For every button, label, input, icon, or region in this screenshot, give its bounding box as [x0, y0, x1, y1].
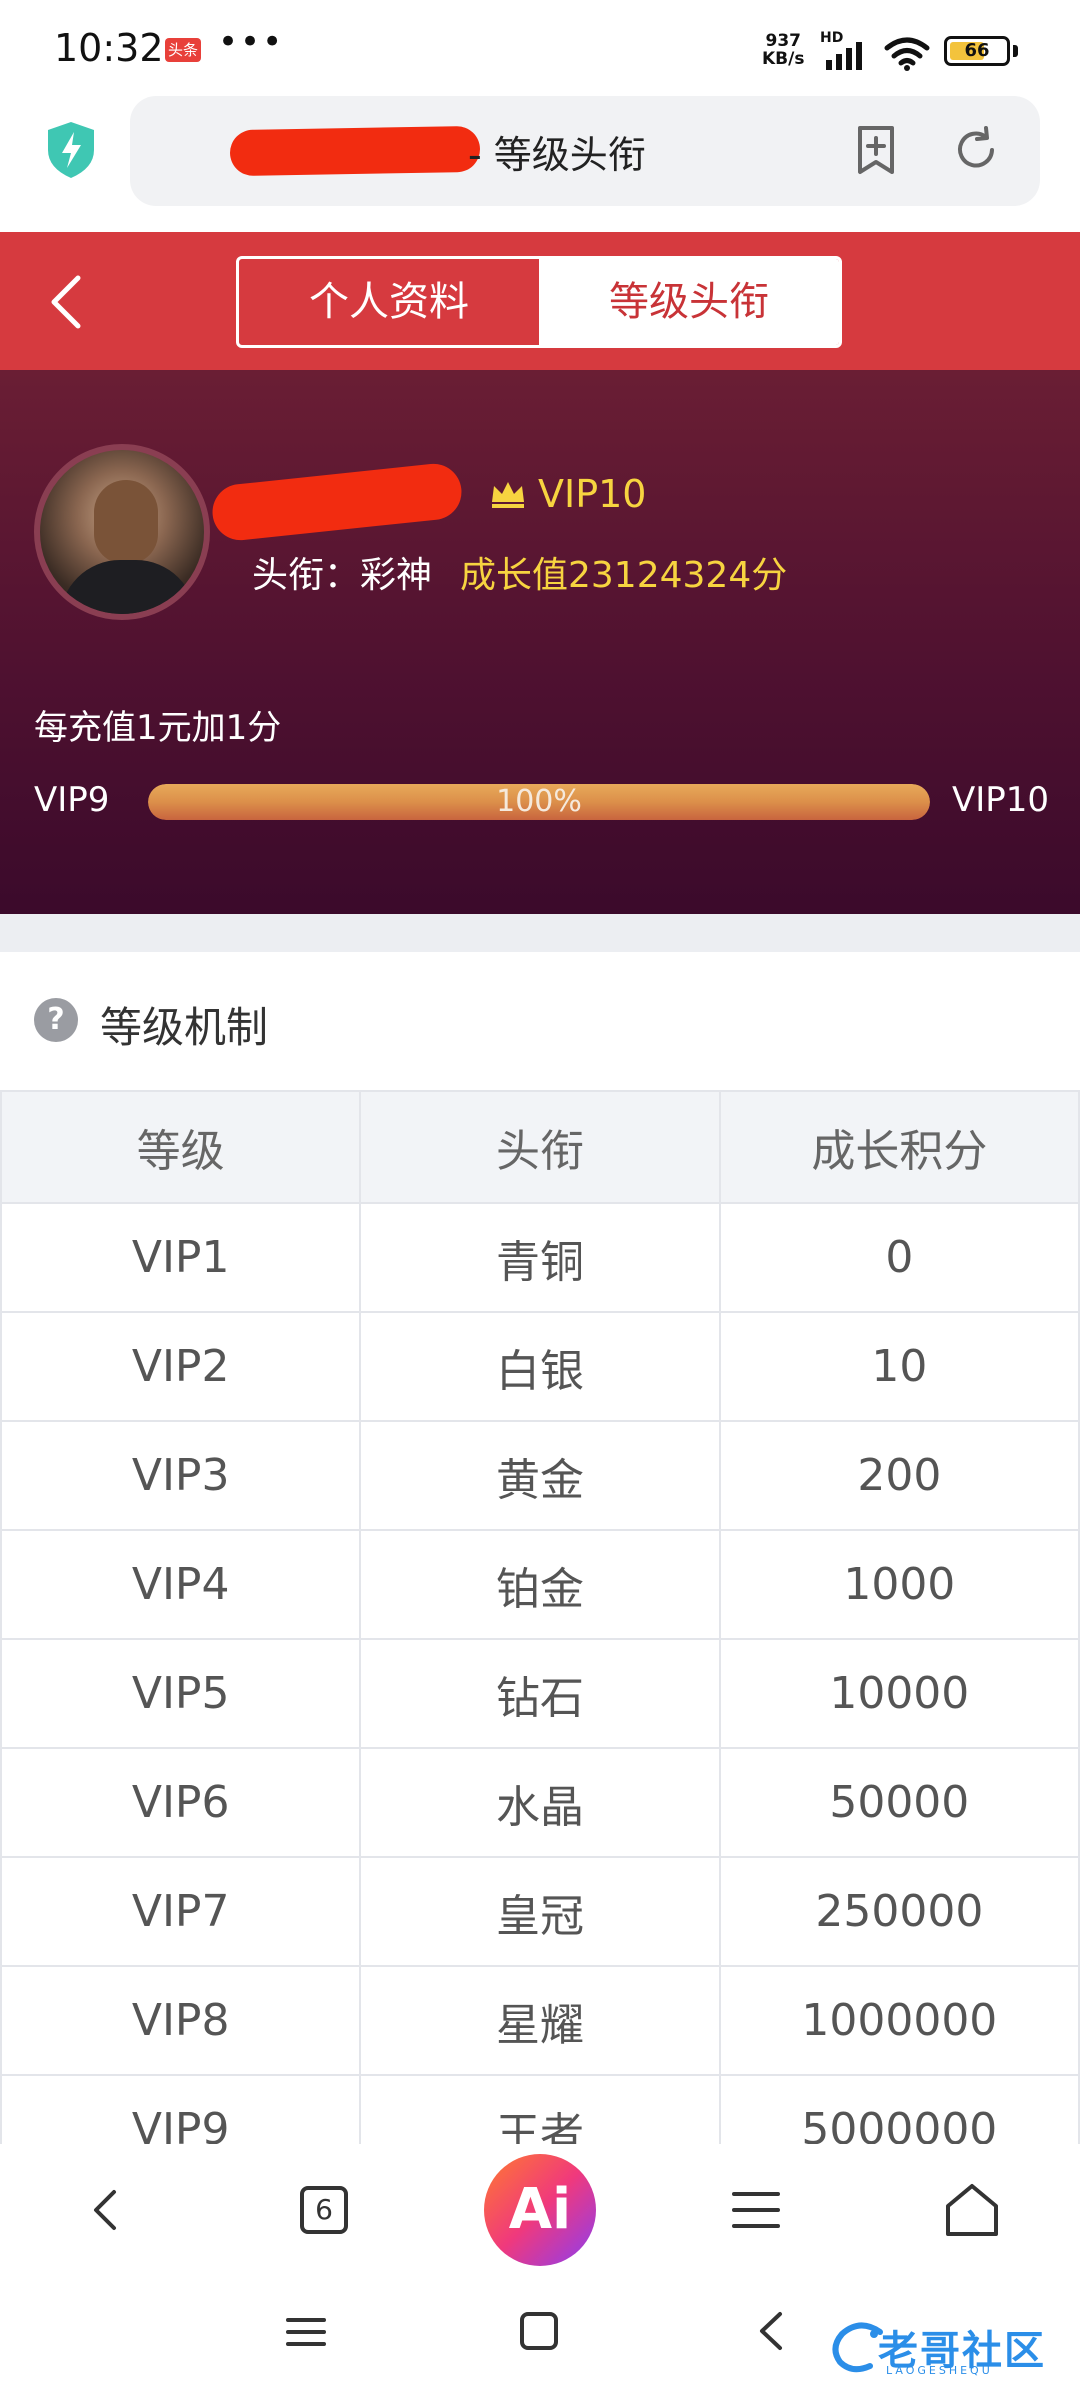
tab-group: 个人资料 等级头衔 — [236, 256, 842, 348]
page-header: 个人资料 等级头衔 — [0, 232, 1080, 370]
column-header-level: 等级 — [0, 1090, 362, 1204]
cell-title: 钻石 — [359, 1638, 721, 1749]
cell-title: 白银 — [359, 1311, 721, 1422]
status-time: 10:32 — [54, 26, 164, 70]
vip-level: VIP10 — [538, 472, 647, 516]
charge-rule-text: 每充值1元加1分 — [34, 708, 282, 748]
watermark-logo: 老哥社区 LAOGESHEQU — [830, 2312, 1070, 2382]
cell-level: VIP4 — [0, 1529, 362, 1640]
avatar[interactable] — [34, 444, 210, 620]
cell-points: 50000 — [718, 1747, 1080, 1858]
url-field[interactable]: - 等级头衔 — [130, 96, 1040, 206]
table-header-row: 等级 头衔 成长积分 — [0, 1090, 1080, 1204]
wifi-icon — [884, 37, 930, 71]
level-section-header: ? 等级机制 — [0, 952, 1080, 1090]
table-row: VIP8 星耀 1000000 — [0, 1965, 1080, 2076]
back-arrow-icon[interactable] — [40, 272, 96, 332]
cell-points: 200 — [718, 1420, 1080, 1531]
redaction-mark — [229, 125, 481, 177]
next-level-label: VIP10 — [952, 780, 1050, 820]
ai-assistant-button[interactable]: Ai — [484, 2154, 596, 2266]
cell-points: 10000 — [718, 1638, 1080, 1749]
cell-points: 250000 — [718, 1856, 1080, 1967]
more-notifications-icon: ••• — [218, 22, 285, 62]
recent-apps-icon[interactable] — [282, 2308, 330, 2356]
avatar-suit — [60, 560, 196, 614]
section-divider — [0, 914, 1080, 952]
section-title: 等级机制 — [100, 1003, 269, 1052]
tab-level-title[interactable]: 等级头衔 — [539, 259, 839, 345]
level-table: 等级 头衔 成长积分 VIP1 青铜 0 VIP2 白银 10 VIP3 黄金 200 VIP4 铂… — [0, 1090, 1080, 2185]
column-header-title: 头衔 — [359, 1090, 721, 1204]
cell-level: VIP6 — [0, 1747, 362, 1858]
cell-title: 皇冠 — [359, 1856, 721, 1967]
security-shield-icon[interactable] — [44, 120, 98, 180]
cell-level: VIP1 — [0, 1202, 362, 1313]
cell-points: 0 — [718, 1202, 1080, 1313]
profile-card: VIP10 头衔：彩神 成长值23124324分 每充值1元加1分 VIP9 1… — [0, 370, 1080, 914]
cell-points: 1000000 — [718, 1965, 1080, 2076]
system-home-icon[interactable] — [514, 2306, 564, 2356]
table-row: VIP7 皇冠 250000 — [0, 1856, 1080, 1967]
network-speed-value: 937 — [765, 31, 801, 51]
network-speed-unit: KB/s — [762, 49, 805, 69]
menu-icon[interactable] — [708, 2162, 804, 2258]
redaction-mark — [209, 461, 465, 543]
cell-points: 1000 — [718, 1529, 1080, 1640]
cell-title: 青铜 — [359, 1202, 721, 1313]
crown-icon — [492, 482, 524, 508]
table-row: VIP4 铂金 1000 — [0, 1529, 1080, 1640]
toutiao-badge-icon: 头条 — [165, 38, 201, 62]
level-progress-text: 100% — [496, 784, 582, 819]
battery-icon: 66 — [944, 36, 1010, 66]
table-row: VIP3 黄金 200 — [0, 1420, 1080, 1531]
status-bar: 10:32 头条 ••• 937 KB/s HD 66 — [0, 0, 1080, 96]
cell-points: 10 — [718, 1311, 1080, 1422]
tabs-button[interactable]: 6 — [276, 2162, 372, 2258]
battery-level: 66 — [964, 40, 990, 61]
table-row: VIP5 钻石 10000 — [0, 1638, 1080, 1749]
cell-level: VIP2 — [0, 1311, 362, 1422]
cell-level: VIP5 — [0, 1638, 362, 1749]
refresh-icon[interactable] — [946, 120, 1006, 180]
column-header-points: 成长积分 — [718, 1090, 1080, 1204]
tab-profile[interactable]: 个人资料 — [239, 259, 539, 345]
avatar-face — [94, 480, 158, 564]
question-help-icon[interactable]: ? — [34, 998, 78, 1042]
cell-title: 星耀 — [359, 1965, 721, 2076]
cell-title: 铂金 — [359, 1529, 721, 1640]
home-icon[interactable] — [924, 2162, 1020, 2258]
nav-back-icon[interactable] — [58, 2162, 154, 2258]
signal-icon — [826, 42, 862, 70]
level-progress-bar: 100% — [148, 784, 930, 820]
cell-level: VIP3 — [0, 1420, 362, 1531]
system-back-icon[interactable] — [748, 2306, 796, 2356]
current-level-label: VIP9 — [34, 780, 110, 820]
browser-address-bar: - 等级头衔 — [0, 96, 1080, 232]
cell-level: VIP7 — [0, 1856, 362, 1967]
cell-title: 水晶 — [359, 1747, 721, 1858]
battery-tip — [1013, 45, 1018, 57]
page-title: - 等级头衔 — [468, 133, 646, 177]
bookmark-add-icon[interactable] — [846, 120, 906, 180]
tab-count: 6 — [300, 2186, 348, 2234]
table-row: VIP1 青铜 0 — [0, 1202, 1080, 1313]
watermark-subtext: LAOGESHEQU — [886, 2364, 993, 2377]
page: 10:32 头条 ••• 937 KB/s HD 66 - 等级头衔 个人资料 … — [0, 0, 1080, 2400]
user-title: 头衔：彩神 — [252, 555, 433, 596]
table-row: VIP6 水晶 50000 — [0, 1747, 1080, 1858]
cell-level: VIP8 — [0, 1965, 362, 2076]
growth-value: 成长值23124324分 — [460, 555, 788, 596]
table-row: VIP2 白银 10 — [0, 1311, 1080, 1422]
cell-title: 黄金 — [359, 1420, 721, 1531]
network-speed: 937 KB/s — [762, 32, 804, 68]
